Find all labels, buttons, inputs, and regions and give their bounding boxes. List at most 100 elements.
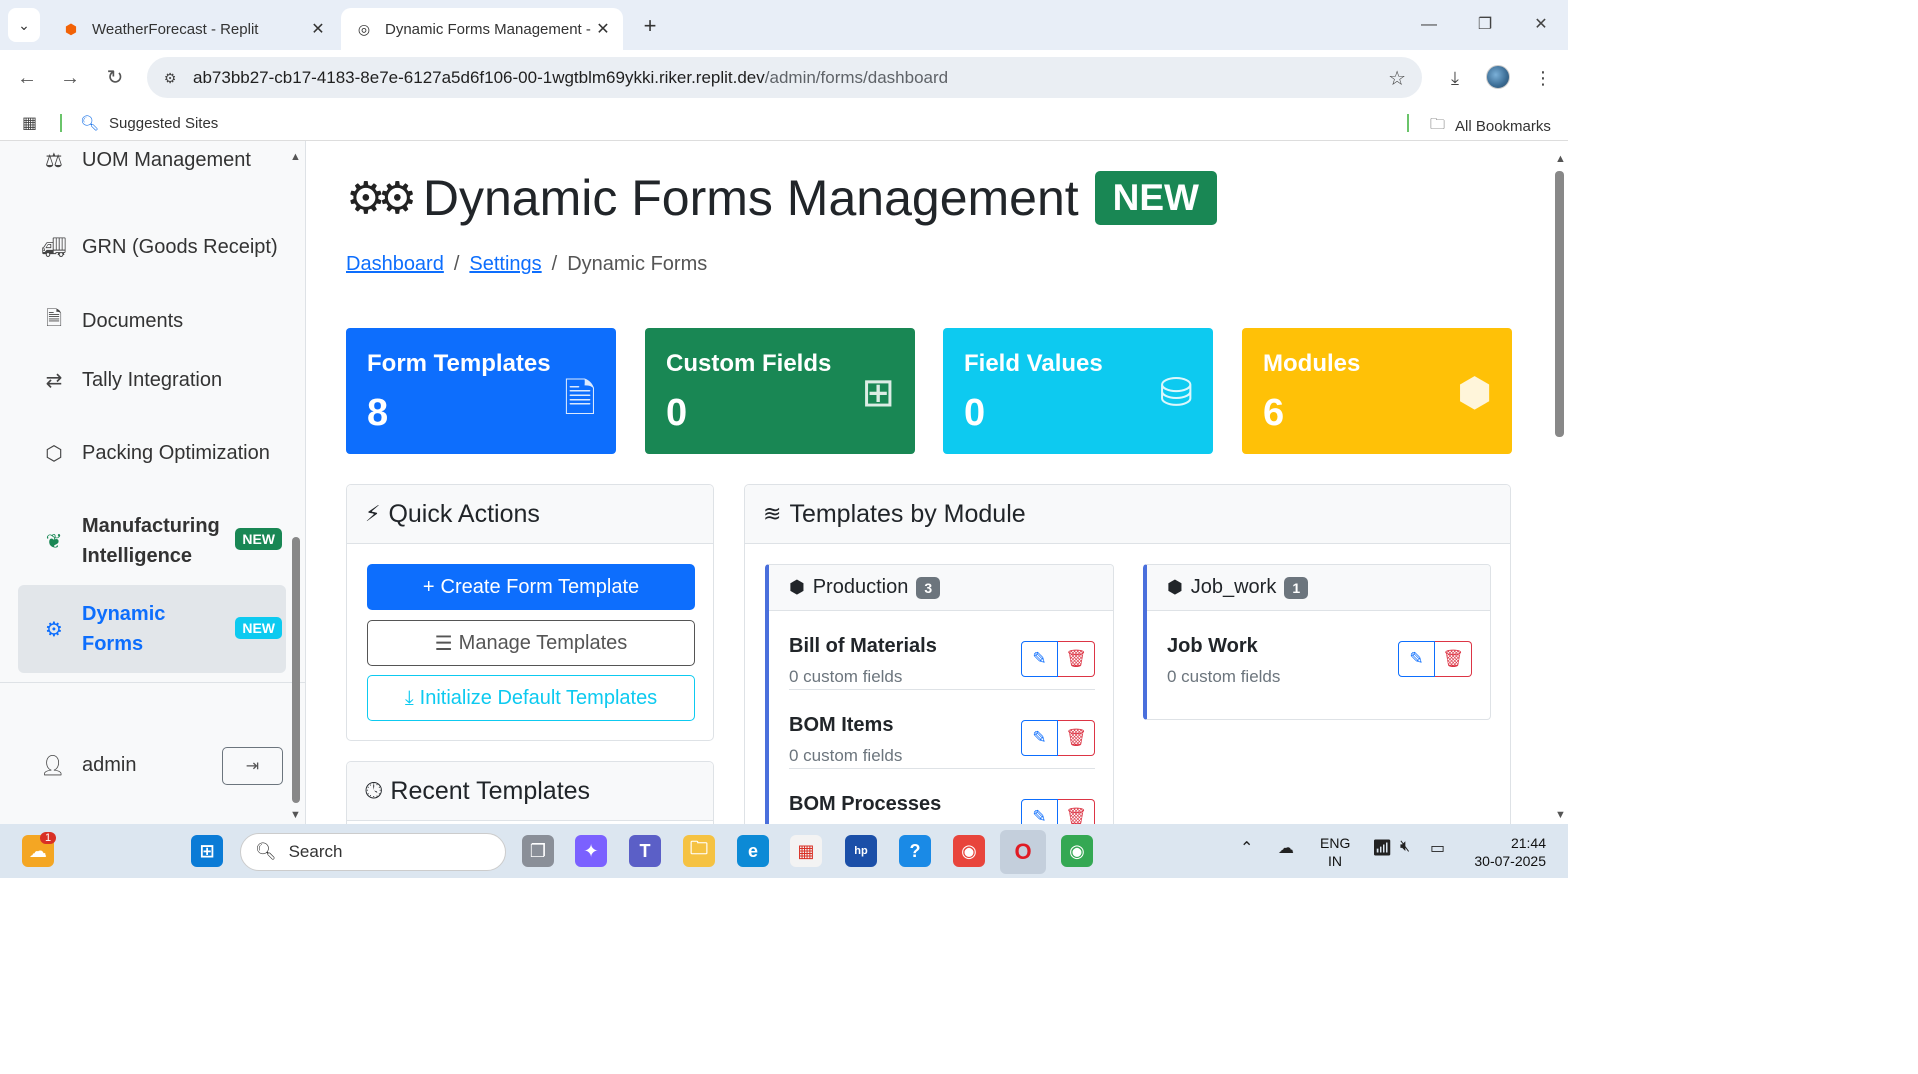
forward-arrow-icon[interactable]: → bbox=[56, 64, 84, 92]
sidebar-user: 👤︎ admin bbox=[40, 753, 136, 778]
manage-templates-button[interactable]: ☰ Manage Templates bbox=[367, 620, 695, 666]
site-info-icon[interactable]: ⚙ bbox=[159, 67, 181, 89]
scroll-down-icon[interactable]: ▼ bbox=[290, 809, 301, 821]
stat-label: Field Values bbox=[964, 350, 1103, 377]
edit-button[interactable]: ✎ bbox=[1021, 799, 1058, 824]
back-arrow-icon[interactable]: ← bbox=[13, 64, 41, 92]
edit-button[interactable]: ✎ bbox=[1398, 641, 1435, 677]
close-icon[interactable]: ✕ bbox=[591, 19, 615, 39]
scrollbar-thumb[interactable] bbox=[1555, 171, 1564, 437]
breadcrumb-dashboard[interactable]: Dashboard bbox=[346, 253, 444, 276]
action-buttons: ✎ 🗑︎ bbox=[1398, 641, 1472, 677]
templates-by-module-card: ≋ Templates by Module ⬢ Production 3 Bil… bbox=[744, 484, 1511, 824]
windows-start-icon[interactable]: ⊞ bbox=[191, 835, 223, 867]
battery-icon[interactable]: ▭ bbox=[1430, 838, 1445, 858]
delete-button[interactable]: 🗑︎ bbox=[1435, 641, 1472, 677]
sidebar-scrollbar[interactable]: ▲ ▼ bbox=[289, 141, 303, 824]
cubes-icon: ⬢ bbox=[1457, 371, 1492, 415]
edit-icon: ✎ bbox=[1409, 649, 1424, 668]
teams-icon[interactable]: T bbox=[629, 835, 661, 867]
wifi-icon[interactable]: 📶︎ bbox=[1372, 838, 1392, 858]
card-title: Quick Actions bbox=[388, 499, 540, 528]
page-title-text: Dynamic Forms Management bbox=[422, 170, 1079, 226]
card-title: Templates by Module bbox=[789, 499, 1026, 528]
opera-icon[interactable]: O bbox=[1000, 830, 1046, 874]
sidebar-item-manufacturing[interactable]: ❦ Manufacturing Intelligence NEW bbox=[18, 509, 286, 573]
store-icon[interactable]: ▦ bbox=[790, 835, 822, 867]
clock[interactable]: 21:44 30-07-2025 bbox=[1470, 834, 1546, 870]
taskbar-search[interactable]: 🔍︎ Search bbox=[240, 833, 506, 871]
edge-icon[interactable]: e bbox=[737, 835, 769, 867]
search-icon: 🔍︎ bbox=[255, 842, 277, 861]
new-badge: NEW bbox=[235, 528, 282, 550]
sidebar-item-grn[interactable]: 🚚︎ GRN (Goods Receipt) bbox=[18, 231, 286, 263]
reload-icon[interactable]: ↻ bbox=[101, 64, 129, 92]
create-template-button[interactable]: + Create Form Template bbox=[367, 564, 695, 610]
minimize-icon[interactable]: — bbox=[1414, 12, 1444, 38]
main-content: ⚙⚙ Dynamic Forms Management NEW Dashboar… bbox=[306, 141, 1552, 824]
module-card-production: ⬢ Production 3 Bill of Materials 0 custo… bbox=[765, 564, 1114, 824]
edit-button[interactable]: ✎ bbox=[1021, 641, 1058, 677]
close-icon[interactable]: ✕ bbox=[306, 19, 330, 39]
delete-button[interactable]: 🗑︎ bbox=[1058, 799, 1095, 824]
scroll-up-icon[interactable]: ▲ bbox=[1555, 153, 1566, 165]
myhp-icon[interactable]: hp bbox=[845, 835, 877, 867]
volume-muted-icon[interactable]: 🔇︎ bbox=[1400, 838, 1410, 856]
lang-code: ENG bbox=[1320, 835, 1351, 851]
browser-tab-weather[interactable]: ⬢ WeatherForecast - Replit ✕ bbox=[48, 8, 338, 50]
window-close-icon[interactable]: ✕ bbox=[1526, 12, 1556, 38]
scroll-up-icon[interactable]: ▲ bbox=[290, 151, 301, 163]
replit-favicon-icon: ⬢ bbox=[64, 20, 78, 37]
stat-label: Custom Fields bbox=[666, 350, 832, 377]
bookmark-label: Suggested Sites bbox=[109, 114, 219, 132]
bookmark-label: All Bookmarks bbox=[1455, 118, 1551, 135]
all-bookmarks[interactable]: 🗀 All Bookmarks bbox=[1430, 114, 1551, 139]
card-title: Recent Templates bbox=[390, 776, 591, 805]
sidebar-item-documents[interactable]: 🗎 Documents bbox=[18, 305, 286, 337]
bookmark-suggested-sites[interactable]: 🔍︎ Suggested Sites bbox=[80, 114, 219, 133]
edit-button[interactable]: ✎ bbox=[1021, 720, 1058, 756]
sidebar-item-dynamic-forms[interactable]: ⚙ Dynamic Forms NEW bbox=[18, 585, 286, 673]
file-explorer-icon[interactable]: 🗀 bbox=[683, 835, 715, 867]
quick-actions-card: ⚡︎ Quick Actions + Create Form Template … bbox=[346, 484, 714, 741]
initialize-defaults-button[interactable]: ⤓ Initialize Default Templates bbox=[367, 675, 695, 721]
chrome-icon[interactable]: ◉ bbox=[1061, 835, 1093, 867]
copilot-icon[interactable]: ✦ bbox=[575, 835, 607, 867]
logout-button[interactable]: ⇥ bbox=[222, 747, 283, 785]
scrollbar-thumb[interactable] bbox=[292, 537, 300, 803]
sidebar-item-label: Packing Optimization bbox=[82, 441, 270, 464]
file-text-icon: 🗎 bbox=[563, 377, 596, 421]
chrome-icon[interactable]: ◉ bbox=[953, 835, 985, 867]
chevron-up-icon[interactable]: ⌃ bbox=[1240, 838, 1253, 858]
address-bar[interactable]: ⚙ ab73bb27-cb17-4183-8e7e-6127a5d6f106-0… bbox=[147, 57, 1422, 98]
url-host: ab73bb27-cb17-4183-8e7e-6127a5d6f106-00-… bbox=[193, 67, 765, 87]
delete-button[interactable]: 🗑︎ bbox=[1058, 720, 1095, 756]
bookmark-star-icon[interactable]: ☆ bbox=[1388, 66, 1406, 91]
restore-icon[interactable]: ❐ bbox=[1470, 12, 1500, 38]
cloud-icon[interactable]: ☁ bbox=[1278, 838, 1294, 858]
language-indicator[interactable]: ENG IN bbox=[1320, 834, 1350, 870]
balance-scale-icon: ⚖ bbox=[45, 149, 63, 172]
template-row: Bill of Materials 0 custom fields ✎ 🗑︎ bbox=[789, 611, 1095, 690]
sidebar-item-uom[interactable]: ⚖ UOM Management bbox=[18, 145, 286, 175]
sidebar-item-packing[interactable]: ⬡ Packing Optimization bbox=[18, 437, 286, 469]
scroll-down-icon[interactable]: ▼ bbox=[1555, 809, 1566, 821]
help-icon[interactable]: ? bbox=[899, 835, 931, 867]
breadcrumb-settings[interactable]: Settings bbox=[469, 253, 541, 276]
task-view-icon[interactable]: ❐ bbox=[522, 835, 554, 867]
download-icon[interactable]: ⤓ bbox=[1441, 64, 1469, 92]
sidebar-divider bbox=[0, 682, 305, 683]
new-tab-button[interactable]: + bbox=[636, 12, 664, 40]
stat-card-field-values: Field Values 0 ⛁ bbox=[943, 328, 1213, 454]
tab-search-button[interactable]: ⌄ bbox=[8, 8, 40, 42]
clock-date: 30-07-2025 bbox=[1474, 853, 1546, 869]
bolt-icon: ⚡︎ bbox=[365, 501, 381, 526]
browser-tab-dynamic-forms[interactable]: ◎ Dynamic Forms Management - ✕ bbox=[341, 8, 623, 50]
apps-grid-icon[interactable]: ▦ bbox=[22, 113, 37, 133]
profile-avatar[interactable] bbox=[1486, 65, 1510, 89]
delete-button[interactable]: 🗑︎ bbox=[1058, 641, 1095, 677]
template-name: Bill of Materials bbox=[789, 635, 937, 657]
menu-dots-icon[interactable]: ⋮ bbox=[1529, 64, 1557, 92]
sidebar-item-tally[interactable]: ⇄ Tally Integration bbox=[18, 364, 286, 396]
page-scrollbar[interactable]: ▲ ▼ bbox=[1552, 141, 1568, 824]
